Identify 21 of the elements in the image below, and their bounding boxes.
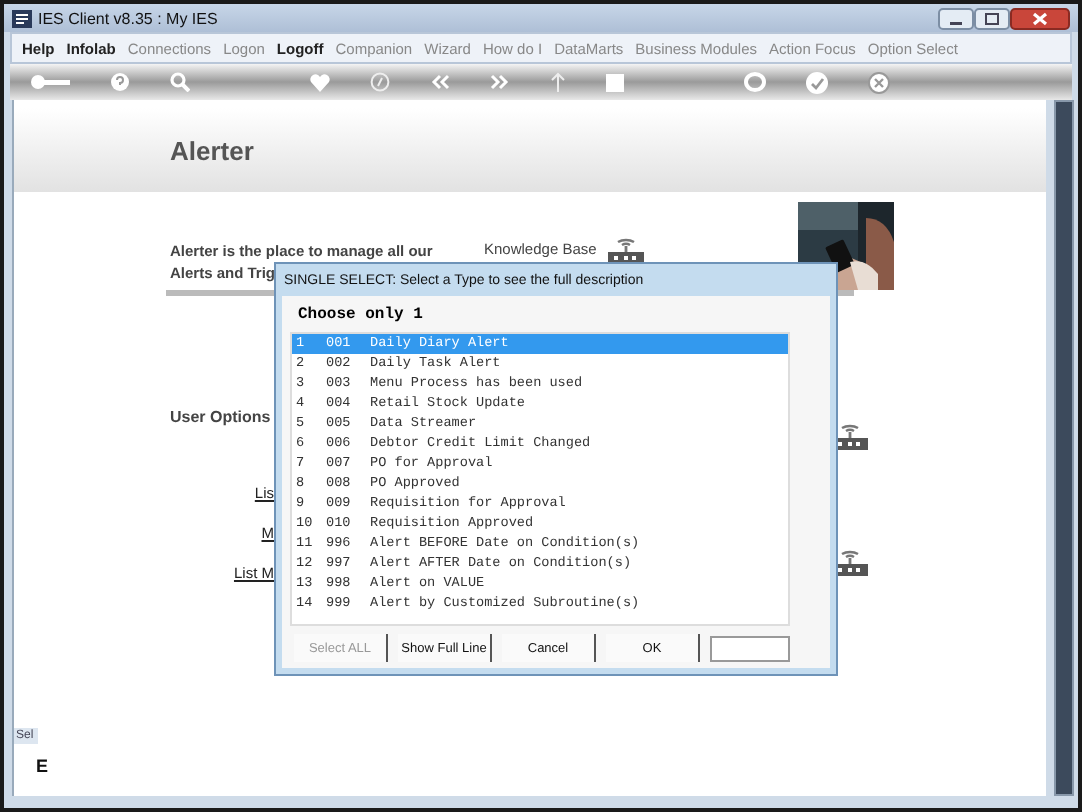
heart-icon[interactable] [310, 73, 330, 91]
stop-icon[interactable] [606, 73, 624, 91]
window-title: IES Client v8.35 : My IES [38, 9, 218, 27]
app-icon [12, 9, 32, 27]
close-button[interactable] [1010, 7, 1070, 29]
rewind-icon[interactable] [430, 74, 450, 90]
minimize-button[interactable] [938, 7, 974, 29]
input-field[interactable] [710, 635, 790, 661]
side-letter: E [36, 756, 51, 776]
dialog-heading: Choose only 1 [296, 304, 425, 328]
close-icon[interactable] [868, 71, 890, 93]
search-icon[interactable] [170, 72, 190, 92]
scrollbar[interactable] [1054, 100, 1074, 796]
maximize-button[interactable] [974, 7, 1010, 29]
key-icon[interactable] [30, 74, 70, 90]
help-icon[interactable] [110, 72, 130, 92]
up-arrow-icon[interactable] [550, 72, 566, 92]
fast-forward-icon[interactable] [490, 74, 510, 90]
page-title: Alerter [170, 135, 254, 165]
section-label: User Options [170, 408, 271, 426]
check-icon[interactable] [806, 71, 828, 93]
